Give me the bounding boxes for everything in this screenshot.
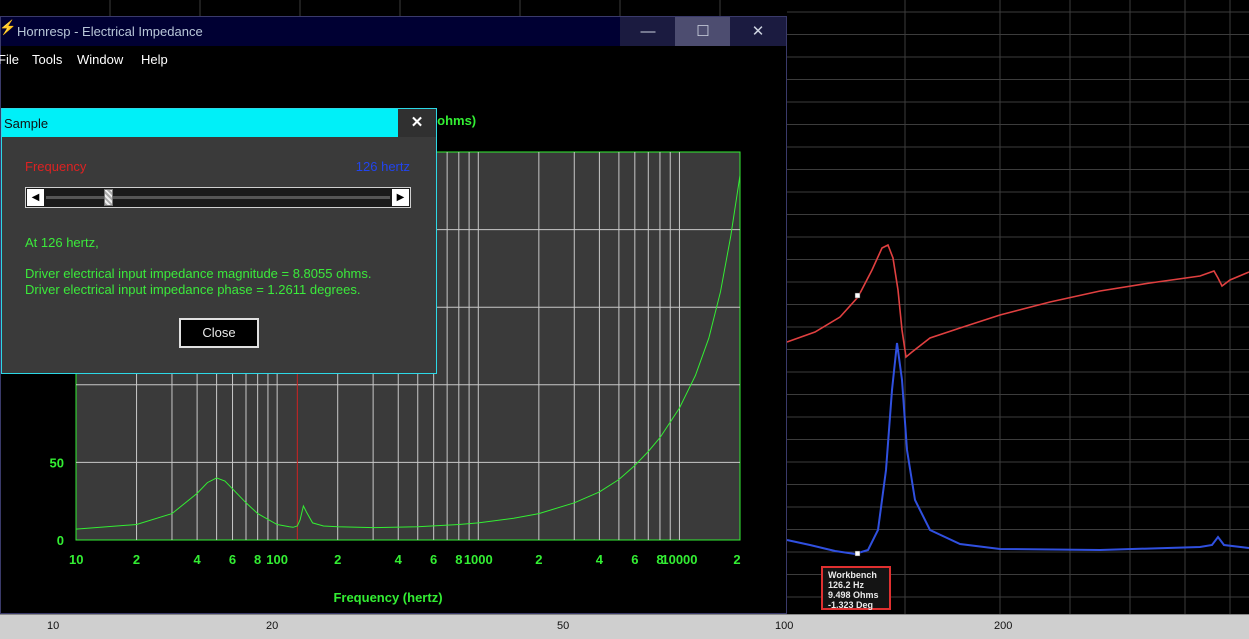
y-tick-label: 50 xyxy=(50,455,64,470)
hornresp-window: ⚡ Hornresp - Electrical Impedance — ☐ ✕ … xyxy=(0,16,787,614)
x-tick-label: 10 xyxy=(69,552,83,567)
x-tick-label: 100 xyxy=(266,552,288,567)
impedance-magnitude-text: Driver electrical input impedance magnit… xyxy=(25,266,372,281)
menu-file[interactable]: File xyxy=(0,52,19,67)
hornresp-logo-icon: ⚡ xyxy=(0,19,17,35)
dialog-close-icon[interactable]: ✕ xyxy=(398,109,436,137)
sample-dialog: Sample ✕ Frequency 126 hertz ◀ ▶ At 126 … xyxy=(1,108,437,374)
menu-window[interactable]: Window xyxy=(77,52,123,67)
frequency-value: 126 hertz xyxy=(355,159,410,174)
x-tick-label: 4 xyxy=(596,552,604,567)
y-tick-label: 0 xyxy=(57,533,64,548)
menu-help[interactable]: Help xyxy=(141,52,168,67)
workbench-phase-curve xyxy=(786,342,1249,556)
x-tick-label: 10000 xyxy=(661,552,697,567)
x-tick-label: 2 xyxy=(733,552,740,567)
slider-thumb[interactable] xyxy=(104,189,114,206)
slider-right-arrow-icon[interactable]: ▶ xyxy=(392,189,409,206)
at-frequency-text: At 126 hertz, xyxy=(25,235,99,250)
workbench-readout-phase: -1.323 Deg xyxy=(828,600,874,610)
workbench-readout-frequency: 126.2 Hz xyxy=(828,580,865,590)
dialog-titlebar[interactable]: Sample ✕ xyxy=(2,109,436,137)
menu-tools[interactable]: Tools xyxy=(32,52,62,67)
x-tick-label: 6 xyxy=(430,552,437,567)
x-tick-label: 4 xyxy=(193,552,201,567)
maximize-button[interactable]: ☐ xyxy=(675,17,731,46)
workbench-readout-name: Workbench xyxy=(828,570,877,580)
workbench-frequency-axis: 10 20 50 100 200 xyxy=(0,614,1249,639)
window-titlebar[interactable]: ⚡ Hornresp - Electrical Impedance — ☐ ✕ xyxy=(0,17,786,46)
window-title: Hornresp - Electrical Impedance xyxy=(17,24,203,39)
x-tick-label: 1000 xyxy=(464,552,493,567)
x-tick-label: 6 xyxy=(229,552,236,567)
x-axis-ticks: 10 2 4 6 8 100 2 4 6 8 1000 2 4 6 810000 2 xyxy=(69,552,741,567)
x-tick-label: 2 xyxy=(334,552,341,567)
frequency-slider[interactable]: ◀ ▶ xyxy=(25,187,411,208)
workbench-readout-impedance: 9.498 Ohms xyxy=(828,590,879,600)
dialog-title: Sample xyxy=(4,116,49,131)
close-button[interactable]: Close xyxy=(179,318,259,348)
x-tick-label: 2 xyxy=(535,552,542,567)
menu-bar: File Tools Window Help xyxy=(0,46,786,72)
workbench-readout-tooltip: Workbench 126.2 Hz 9.498 Ohms -1.323 Deg xyxy=(821,566,891,610)
x-tick-label: 8 xyxy=(455,552,462,567)
window-close-button[interactable]: ✕ xyxy=(730,17,786,46)
workbench-axis-tick: 10 xyxy=(47,620,60,632)
frequency-label: Frequency xyxy=(25,159,87,174)
x-tick-label: 8 xyxy=(254,552,261,567)
workbench-axis-tick: 20 xyxy=(266,620,279,632)
workbench-axis-tick: 200 xyxy=(994,620,1013,632)
workbench-curve-marker[interactable] xyxy=(854,292,861,299)
y-axis-ticks: 0 50 xyxy=(50,455,64,548)
workbench-axis-tick: 50 xyxy=(557,620,570,632)
x-axis-label: Frequency (hertz) xyxy=(333,590,442,605)
slider-track[interactable] xyxy=(46,196,390,199)
workbench-axis-tick: 100 xyxy=(775,620,794,632)
minimize-button[interactable]: — xyxy=(620,17,676,46)
impedance-phase-text: Driver electrical input impedance phase … xyxy=(25,282,361,297)
x-tick-label: 4 xyxy=(395,552,403,567)
workbench-curve-marker[interactable] xyxy=(854,550,861,557)
x-tick-label: 2 xyxy=(133,552,140,567)
workbench-impedance-curve xyxy=(786,243,1249,359)
x-tick-label: 6 xyxy=(631,552,638,567)
slider-left-arrow-icon[interactable]: ◀ xyxy=(27,189,44,206)
